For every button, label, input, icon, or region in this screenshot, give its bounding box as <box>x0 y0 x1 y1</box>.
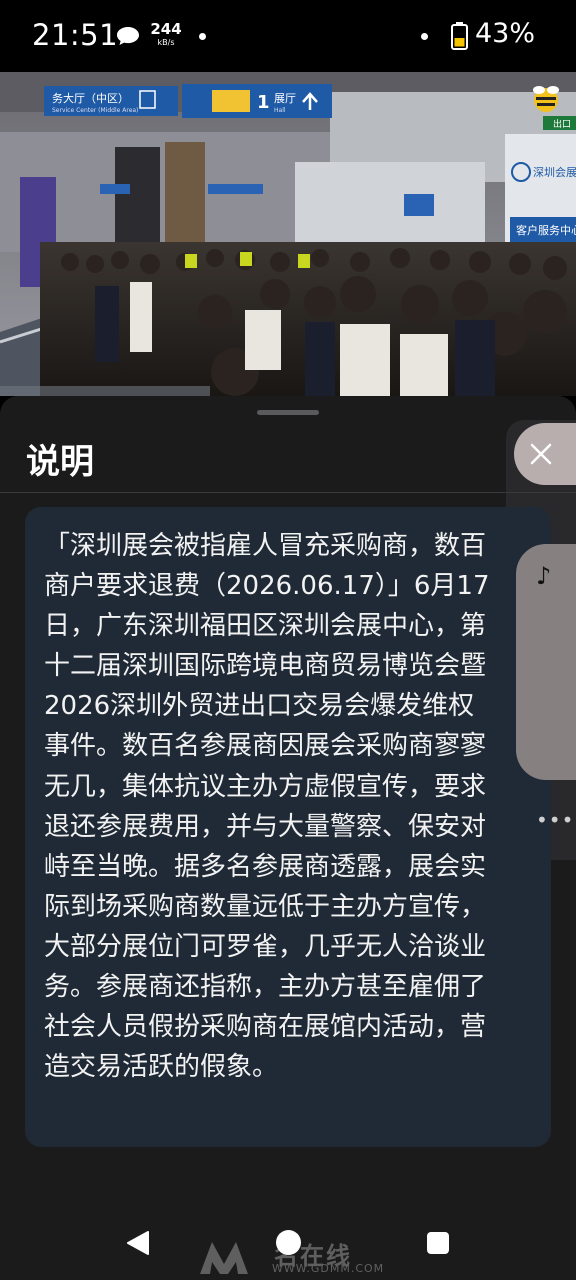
sign-hall-en: Hall <box>274 107 286 114</box>
more-icon[interactable]: ••• <box>536 808 574 832</box>
recents-icon[interactable] <box>427 1232 449 1254</box>
sign-customer-service: 客户服务中心 <box>516 223 576 237</box>
sign-hall-number: 1 <box>257 92 270 113</box>
sheet-divider <box>0 492 576 493</box>
sign-venue: 深圳会展中 <box>533 166 576 179</box>
close-icon <box>530 443 552 465</box>
back-icon[interactable] <box>126 1230 150 1256</box>
news-photo[interactable]: 务大厅（中区） Service Center (Middle Area) 1 展… <box>0 72 576 396</box>
music-note-icon: ♪ <box>536 562 552 590</box>
network-speed: 244 kB/s <box>150 22 182 47</box>
battery-icon <box>451 22 468 50</box>
sign-service-center: 务大厅（中区） <box>52 91 129 105</box>
music-tab[interactable]: ♪ <box>516 544 576 780</box>
watermark-logo <box>200 1242 248 1274</box>
notification-dot <box>199 33 206 40</box>
close-button[interactable] <box>514 423 576 485</box>
caption-text: 「深圳展会被指雇人冒充采购商，数百 商户要求退费（2026.06.17）」6月1… <box>44 531 490 1083</box>
status-time: 21:51 <box>32 18 119 52</box>
chat-bubble-icon <box>117 27 139 45</box>
status-bar: 21:51 244 kB/s 43% <box>0 0 576 72</box>
exit-sign: 出口 <box>553 118 571 130</box>
battery-percentage: 43% <box>475 18 536 49</box>
network-speed-value: 244 <box>150 20 182 38</box>
notification-dot <box>421 33 428 40</box>
watermark-url: WWW.GDMM.COM <box>272 1262 385 1275</box>
home-icon[interactable] <box>276 1230 301 1255</box>
sheet-title: 说明 <box>26 442 94 482</box>
sheet-drag-handle[interactable] <box>257 410 319 415</box>
sign-hall: 展厅 <box>274 92 296 105</box>
exhibition-hall-photo: 务大厅（中区） Service Center (Middle Area) 1 展… <box>0 72 576 396</box>
network-speed-unit: kB/s <box>157 38 175 47</box>
sign-service-center-en: Service Center (Middle Area) <box>52 107 138 114</box>
